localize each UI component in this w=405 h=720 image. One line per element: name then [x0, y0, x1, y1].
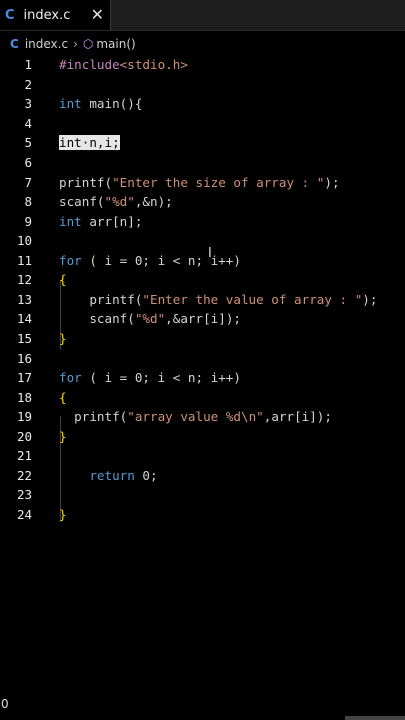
code-text: }: [59, 330, 67, 346]
line-number: 6: [24, 155, 32, 170]
code-text: int·n,i;: [59, 135, 120, 151]
horizontal-scrollbar[interactable]: [345, 716, 405, 720]
line-number: 8: [24, 194, 32, 210]
code-line[interactable]: 8 scanf("%d",&n);: [0, 192, 405, 212]
code-line[interactable]: 23: [0, 485, 405, 505]
code-line[interactable]: 18 {: [0, 387, 405, 407]
code-line[interactable]: 7 printf("Enter the size of array : ");: [0, 172, 405, 192]
code-line[interactable]: 14 scanf("%d",&arr[i]);: [0, 309, 405, 329]
line-number: 23: [16, 487, 32, 503]
tab-index-c[interactable]: C index.c ✕: [0, 0, 111, 30]
breadcrumb-symbol[interactable]: main(): [96, 37, 135, 51]
line-number: 3: [24, 96, 32, 112]
tab-label: index.c: [23, 7, 71, 23]
line-number: 18: [16, 389, 32, 405]
code-line[interactable]: 19 printf("array value %d\n",arr[i]);: [0, 407, 405, 427]
line-number: 1: [24, 57, 32, 73]
close-icon[interactable]: ✕: [91, 5, 104, 24]
line-number: 21: [16, 448, 32, 464]
line-number: 11: [16, 252, 32, 268]
c-file-icon: C: [5, 7, 15, 23]
breadcrumb-file[interactable]: index.c: [25, 37, 68, 51]
code-line[interactable]: 17 for ( i = 0; i < n; i++): [0, 368, 405, 388]
line-number: 22: [16, 467, 32, 483]
line-number: 15: [16, 330, 32, 346]
code-line[interactable]: 10: [0, 231, 405, 251]
code-text: printf("Enter the size of array : ");: [59, 174, 340, 190]
chevron-right-icon: ›: [73, 37, 78, 51]
line-number: 19: [16, 409, 32, 425]
code-line[interactable]: 9 int arr[n];: [0, 211, 405, 231]
code-text: {: [59, 389, 67, 405]
code-line[interactable]: 16: [0, 348, 405, 368]
line-number: 13: [16, 291, 32, 307]
code-line[interactable]: 2: [0, 75, 405, 95]
line-number: 7: [24, 174, 32, 190]
code-text: return 0;: [89, 467, 158, 483]
code-line[interactable]: 12 {: [0, 270, 405, 290]
code-text: printf("array value %d\n",arr[i]);: [59, 409, 332, 425]
code-text: }: [59, 428, 67, 444]
line-number: 5: [24, 135, 32, 151]
code-text: for ( i = 0; i < n; i++): [59, 370, 241, 386]
cube-icon: ⬡: [82, 37, 94, 51]
code-line[interactable]: 13 printf("Enter the value of array : ")…: [0, 290, 405, 310]
breadcrumb: C index.c › ⬡ main(): [0, 34, 405, 54]
code-line[interactable]: 24}: [0, 505, 405, 525]
code-line[interactable]: 4: [0, 114, 405, 134]
line-number: 4: [24, 115, 32, 131]
code-text: #include<stdio.h>: [59, 57, 188, 73]
code-line[interactable]: 21: [0, 446, 405, 466]
code-line[interactable]: 6: [0, 153, 405, 173]
code-line[interactable]: 5 int·n,i;: [0, 133, 405, 153]
code-text: {: [59, 272, 67, 288]
line-number: 2: [24, 76, 32, 92]
code-text: scanf("%d",&n);: [59, 194, 173, 210]
code-editor[interactable]: 1 #include<stdio.h> 2 3 int main(){4 5 int·n,i…: [0, 55, 405, 545]
text-cursor-icon: I: [208, 246, 212, 261]
code-line[interactable]: 15}: [0, 329, 405, 349]
line-number: 20: [16, 428, 32, 444]
code-line[interactable]: 1 #include<stdio.h>: [0, 55, 405, 75]
status-count: 0: [1, 697, 9, 711]
code-line[interactable]: 20}: [0, 426, 405, 446]
code-text: printf("Enter the value of array : ");: [59, 291, 378, 307]
code-line[interactable]: 3 int main(){: [0, 94, 405, 114]
code-text: int arr[n];: [59, 213, 143, 229]
line-number: 16: [16, 350, 32, 366]
line-number: 10: [16, 233, 32, 249]
tab-bar: C index.c ✕: [0, 0, 405, 31]
code-line[interactable]: 22 return 0;: [0, 466, 405, 486]
line-number: 17: [16, 370, 32, 386]
line-number: 24: [16, 506, 32, 522]
code-text: }: [59, 506, 67, 522]
code-text: scanf("%d",&arr[i]);: [59, 311, 241, 327]
line-number: 14: [16, 311, 32, 327]
code-line[interactable]: 11 for ( i = 0; i < n; i++): [0, 251, 405, 271]
line-number: 9: [24, 213, 32, 229]
line-number: 12: [16, 272, 32, 288]
c-file-icon: C: [10, 37, 19, 51]
code-text: int main(){: [59, 96, 143, 112]
